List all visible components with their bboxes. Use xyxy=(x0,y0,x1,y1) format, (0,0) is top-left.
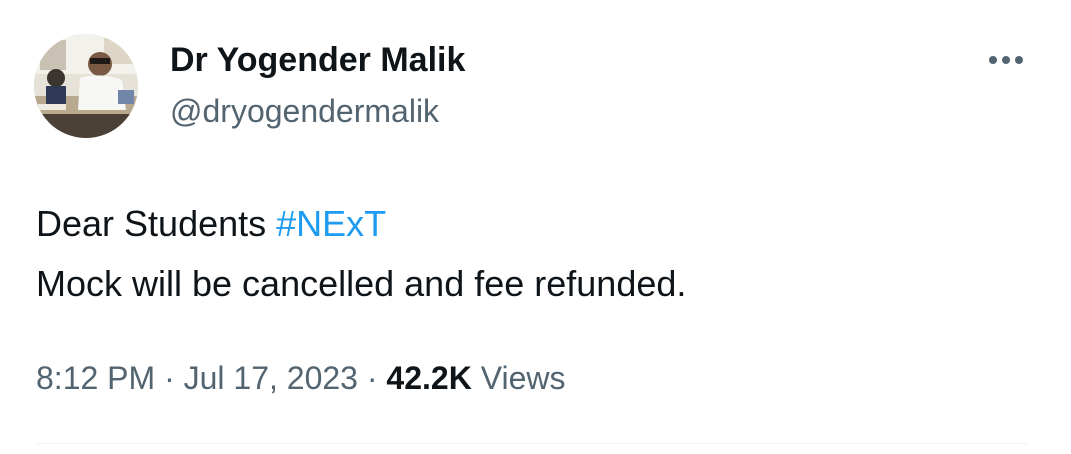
tweet-time[interactable]: 8:12 PM xyxy=(36,360,155,396)
views-label: Views xyxy=(471,360,566,396)
tweet-line-1: Dear Students #NExT xyxy=(36,194,686,254)
tweet-line-2: Mock will be cancelled and fee refunded. xyxy=(36,263,687,304)
author-name[interactable]: Dr Yogender Malik xyxy=(170,38,465,82)
meta-separator: · xyxy=(357,360,387,396)
views-count[interactable]: 42.2K xyxy=(386,360,471,396)
meta-separator: · xyxy=(155,360,184,396)
more-options-button[interactable] xyxy=(978,40,1034,80)
hashtag-link[interactable]: #NExT xyxy=(276,203,386,244)
divider xyxy=(36,443,1028,444)
author-handle[interactable]: @dryogendermalik xyxy=(170,90,439,132)
avatar[interactable] xyxy=(34,34,138,138)
tweet-meta: 8:12 PM · Jul 17, 2023 · 42.2K Views xyxy=(36,356,565,400)
tweet-text: Dear Students #NExT Mock will be cancell… xyxy=(36,194,686,314)
profile-photo-icon xyxy=(34,34,138,138)
more-options-icon xyxy=(989,56,1023,64)
tweet-line-1-text: Dear Students xyxy=(36,203,277,244)
tweet-date[interactable]: Jul 17, 2023 xyxy=(184,360,358,396)
tweet-card: Dr Yogender Malik @dryogendermalik Dear … xyxy=(0,0,1071,454)
